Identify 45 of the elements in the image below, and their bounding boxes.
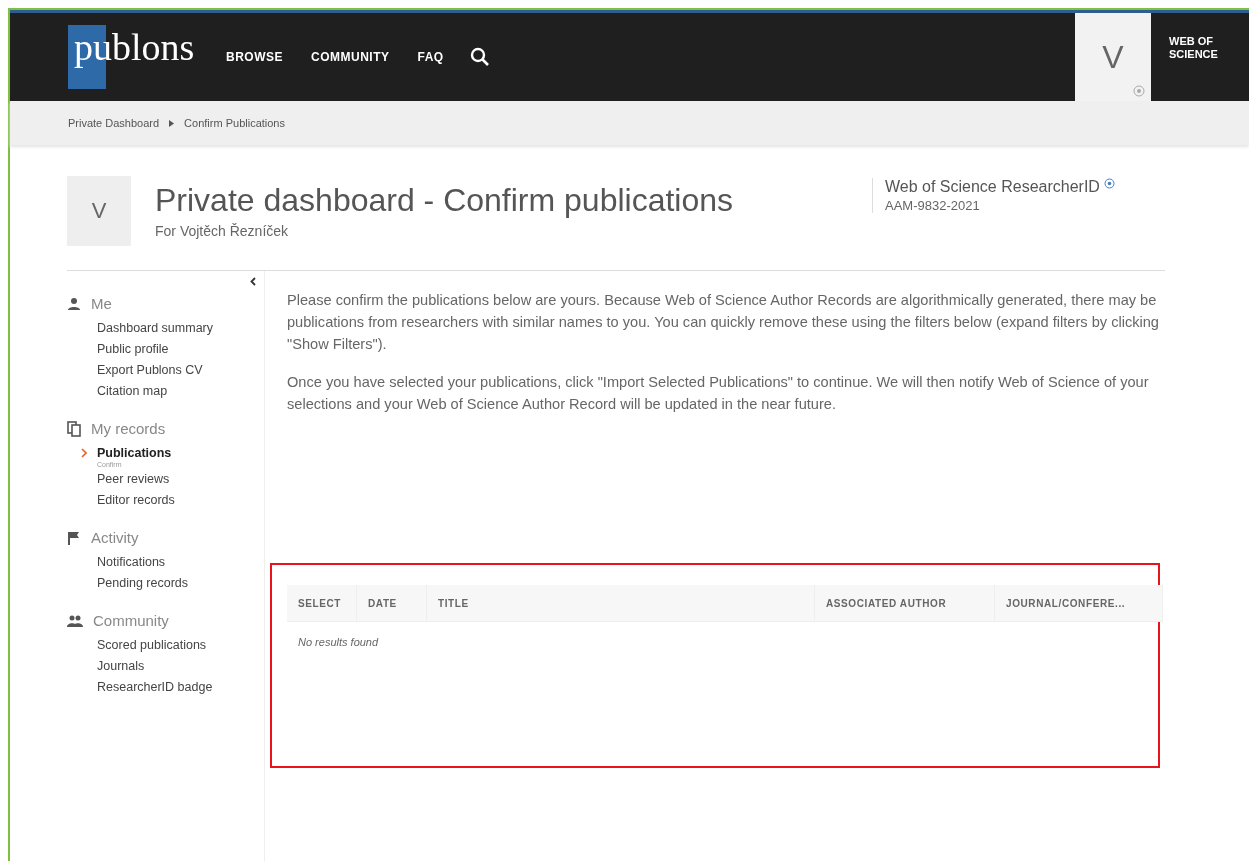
sidebar-item[interactable]: Public profile bbox=[97, 339, 169, 360]
sidebar-section-label: Community bbox=[93, 612, 169, 629]
intro-paragraph: Once you have selected your publications, click "Import Selected Publications" to continue. We will then notify Web of Science of your selections and your Web of Science Author Record will be updated in the near future. bbox=[287, 373, 1150, 414]
sidebar-section-label: Me bbox=[91, 295, 112, 312]
column-header[interactable]: ASSOCIATED AUTHOR bbox=[815, 585, 995, 621]
sidebar-item[interactable]: Peer reviews bbox=[97, 469, 170, 490]
sidebar-item[interactable]: Editor records bbox=[97, 490, 175, 511]
researcher-id-label: Web of Science ResearcherID bbox=[885, 178, 1100, 196]
column-header[interactable]: TITLE bbox=[427, 585, 815, 621]
chevron-right-icon bbox=[81, 448, 87, 458]
sidebar-item[interactable]: ResearcherID badge bbox=[97, 677, 213, 698]
sidebar-item[interactable]: Journals bbox=[97, 656, 145, 677]
nav-link[interactable]: COMMUNITY bbox=[311, 50, 390, 64]
breadcrumb-link[interactable]: Private Dashboard bbox=[68, 117, 160, 129]
sidebar-item[interactable]: Export Publons CV bbox=[97, 360, 203, 381]
profile-avatar: V bbox=[67, 176, 131, 246]
nav-link[interactable]: FAQ bbox=[417, 50, 444, 64]
sidebar-item[interactable]: Citation map bbox=[97, 381, 168, 402]
page-title: Private dashboard - Confirm publications bbox=[155, 182, 735, 219]
breadcrumb-link[interactable]: Confirm Publications bbox=[184, 117, 285, 129]
sidebar-item[interactable]: Scored publications bbox=[97, 635, 207, 656]
web-of-science-link[interactable]: WEB OF SCIENCE bbox=[1151, 13, 1249, 101]
nav-link[interactable]: BROWSE bbox=[226, 50, 283, 64]
sidebar-item[interactable]: Dashboard summary bbox=[97, 318, 213, 339]
sidebar-item[interactable]: Notifications bbox=[97, 552, 166, 573]
person-icon bbox=[67, 296, 81, 311]
copy-icon bbox=[67, 420, 81, 437]
empty-message: No results found bbox=[297, 635, 380, 648]
column-header[interactable]: SELECT bbox=[287, 585, 357, 621]
collapse-button[interactable] bbox=[250, 277, 256, 286]
sidebar-section-label: Activity bbox=[91, 529, 139, 546]
column-header[interactable]: DATE bbox=[357, 585, 427, 621]
user-avatar-button[interactable]: V bbox=[1075, 13, 1151, 101]
search-icon[interactable] bbox=[469, 47, 490, 67]
help-icon[interactable] bbox=[1103, 178, 1115, 189]
column-header[interactable]: JOURNAL/CONFERE... bbox=[995, 585, 1163, 621]
caret-icon bbox=[169, 119, 175, 127]
chevron-left-icon bbox=[250, 277, 256, 286]
sidebar-item[interactable]: Pending records bbox=[97, 573, 189, 594]
researcher-id: AAM-9832-2021 bbox=[885, 198, 981, 213]
flag-icon bbox=[67, 530, 81, 545]
intro-paragraph: Please confirm the publications below are yours. Because Web of Science Author Records are algorithmically generated, there may be publications from researchers with similar names to you. You can quickly remove these using the filters below (expand filters by clicking "Show Filters"). bbox=[287, 291, 1160, 354]
people-icon bbox=[67, 614, 83, 627]
page-subtitle: For Vojtěch Řezníček bbox=[155, 223, 290, 239]
sidebar-section-label: My records bbox=[91, 420, 166, 437]
